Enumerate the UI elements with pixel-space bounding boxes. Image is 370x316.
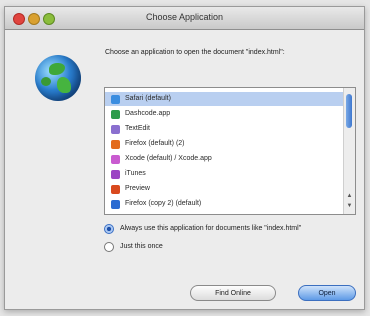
app-list-item-label: TextEdit <box>125 125 150 132</box>
app-list-item-label: Dashcode.app <box>125 110 171 117</box>
app-list-item-label: Safari (default) <box>125 95 171 102</box>
firefox-icon <box>111 199 120 209</box>
always-use-radio[interactable] <box>104 224 114 234</box>
title-bar: Choose Application <box>5 7 364 30</box>
scroll-thumb[interactable] <box>346 94 352 128</box>
dialog-prompt: Choose an application to open the docume… <box>105 49 285 56</box>
app-list-item[interactable]: Preview <box>105 182 343 196</box>
app-list-item[interactable]: Firefox (copy 2) (default) <box>105 197 343 211</box>
app-list-item-label: Firefox (copy 2) (default) <box>125 200 202 207</box>
just-once-radio[interactable] <box>104 242 114 252</box>
app-list-item[interactable]: TextEdit <box>105 122 343 136</box>
app-list-item[interactable]: Safari (default) <box>105 92 343 106</box>
app-list-item-label: Preview <box>125 185 150 192</box>
list-scrollbar[interactable]: ▲ ▼ <box>343 88 355 214</box>
just-once-label: Just this once <box>119 243 163 250</box>
always-use-option[interactable]: Always use this application for document… <box>104 223 301 235</box>
application-list[interactable]: Safari (default) Dashcode.app TextEdit Fire… <box>104 87 356 215</box>
window-title: Choose Application <box>145 12 224 22</box>
scroll-up-arrow-icon[interactable]: ▲ <box>346 193 353 200</box>
choose-application-dialog: Choose Application Choose an application… <box>4 6 365 310</box>
app-list-item-label: Firefox (default) (2) <box>125 140 185 147</box>
dashcode-icon <box>111 109 120 119</box>
globe-icon <box>35 55 81 101</box>
firefox-icon <box>111 139 120 149</box>
app-list-item-label: Xcode (default) / Xcode.app <box>125 155 212 162</box>
app-list-item[interactable]: Firefox (default) (2) <box>105 137 343 151</box>
app-list-item[interactable]: Dashcode.app <box>105 107 343 121</box>
app-list-item-label: iTunes <box>125 170 146 177</box>
always-use-label: Always use this application for document… <box>119 225 302 232</box>
app-list-item[interactable]: Xcode (default) / Xcode.app <box>105 152 343 166</box>
scroll-down-arrow-icon[interactable]: ▼ <box>346 203 353 210</box>
itunes-icon <box>111 169 120 179</box>
textedit-icon <box>111 124 120 134</box>
preview-icon <box>111 184 120 194</box>
xcode-icon <box>111 154 120 164</box>
just-once-option[interactable]: Just this once <box>104 241 163 253</box>
open-button[interactable]: Open <box>298 285 356 301</box>
find-online-button[interactable]: Find Online <box>190 285 276 301</box>
safari-icon <box>111 94 120 104</box>
app-list-item[interactable]: iTunes <box>105 167 343 181</box>
